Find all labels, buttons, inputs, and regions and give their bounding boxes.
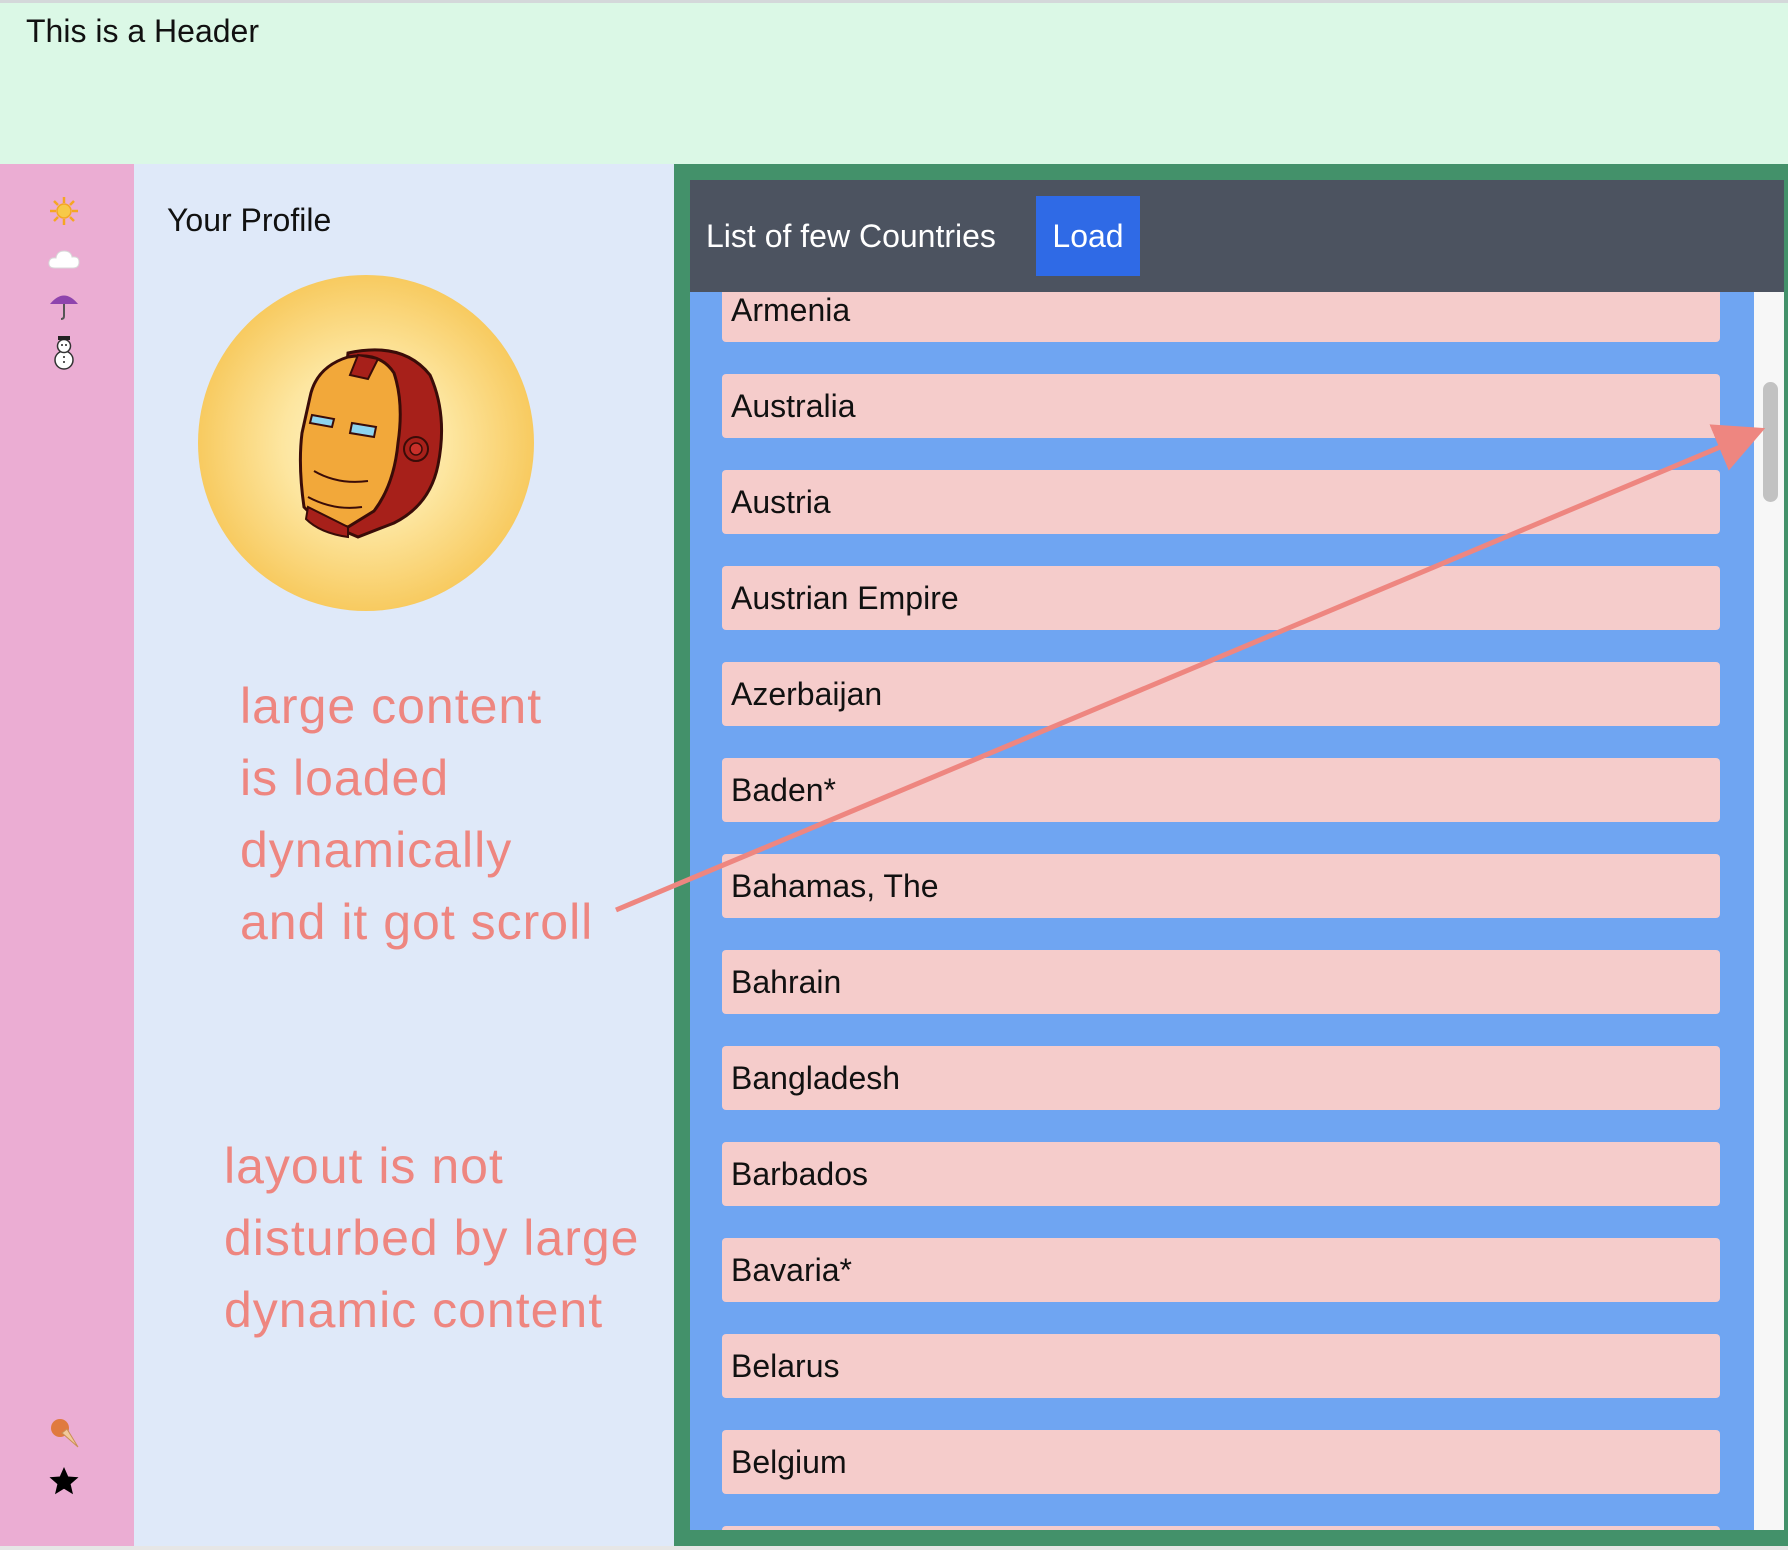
icon-rail [0, 164, 134, 1546]
annotation-line: disturbed by large [224, 1210, 640, 1266]
annotation-line: dynamically [240, 822, 513, 878]
country-item: Bangladesh [722, 1046, 1720, 1110]
annotation-note-scroll: large content is loaded dynamically and … [240, 670, 593, 958]
country-item: Austria [722, 470, 1720, 534]
load-button[interactable]: Load [1036, 196, 1140, 276]
country-item: Bahamas, The [722, 854, 1720, 918]
country-item: Armenia [722, 292, 1720, 342]
star-icon[interactable] [47, 1464, 81, 1498]
country-item: Barbados [722, 1142, 1720, 1206]
country-item: Azerbaijan [722, 662, 1720, 726]
country-item: Bavaria* [722, 1238, 1720, 1302]
country-item: Austrian Empire [722, 566, 1720, 630]
ice-cream-icon[interactable] [47, 1416, 81, 1450]
app-header: This is a Header [0, 0, 1788, 164]
countries-list-scroll-area[interactable]: Armenia Australia Austria Austrian Empir… [690, 292, 1784, 1530]
countries-panel: List of few Countries Load Armenia Austr… [674, 164, 1788, 1546]
profile-title: Your Profile [167, 202, 332, 238]
cloud-icon[interactable] [47, 242, 81, 276]
countries-scrollbar[interactable] [1754, 292, 1784, 1530]
snowman-icon-graphic [54, 336, 74, 370]
iron-man-helmet-icon [298, 348, 444, 539]
umbrella-icon[interactable] [47, 288, 81, 322]
annotation-line: and it got scroll [240, 894, 594, 950]
sun-icon[interactable] [47, 194, 81, 228]
avatar [198, 275, 534, 611]
countries-list: Armenia Australia Austria Austrian Empir… [722, 292, 1720, 1530]
annotation-line: layout is not [224, 1138, 504, 1194]
country-item: Bahrain [722, 950, 1720, 1014]
countries-scrollbar-thumb[interactable] [1763, 382, 1778, 502]
annotation-line: is loaded [240, 750, 450, 806]
page-bottom-border [0, 1546, 1788, 1550]
header-title: This is a Header [26, 13, 259, 49]
star-icon-graphic [49, 1467, 79, 1495]
countries-title: List of few Countries [706, 218, 996, 254]
country-item: Belgium [722, 1430, 1720, 1494]
cloud-icon-graphic [48, 250, 80, 269]
snowman-icon[interactable] [47, 336, 81, 370]
country-item-partial [722, 1526, 1720, 1530]
sun-icon-graphic [50, 197, 78, 225]
countries-toolbar: List of few Countries Load [690, 180, 1784, 292]
umbrella-icon-graphic [50, 295, 78, 320]
country-item: Australia [722, 374, 1720, 438]
annotation-note-layout: layout is not disturbed by large dynamic… [224, 1130, 639, 1346]
country-item: Belarus [722, 1334, 1720, 1398]
annotation-line: dynamic content [224, 1282, 604, 1338]
annotation-line: large content [240, 678, 543, 734]
country-item: Baden* [722, 758, 1720, 822]
ice-cream-icon-graphic [51, 1419, 79, 1448]
countries-panel-body: List of few Countries Load Armenia Austr… [690, 180, 1784, 1530]
